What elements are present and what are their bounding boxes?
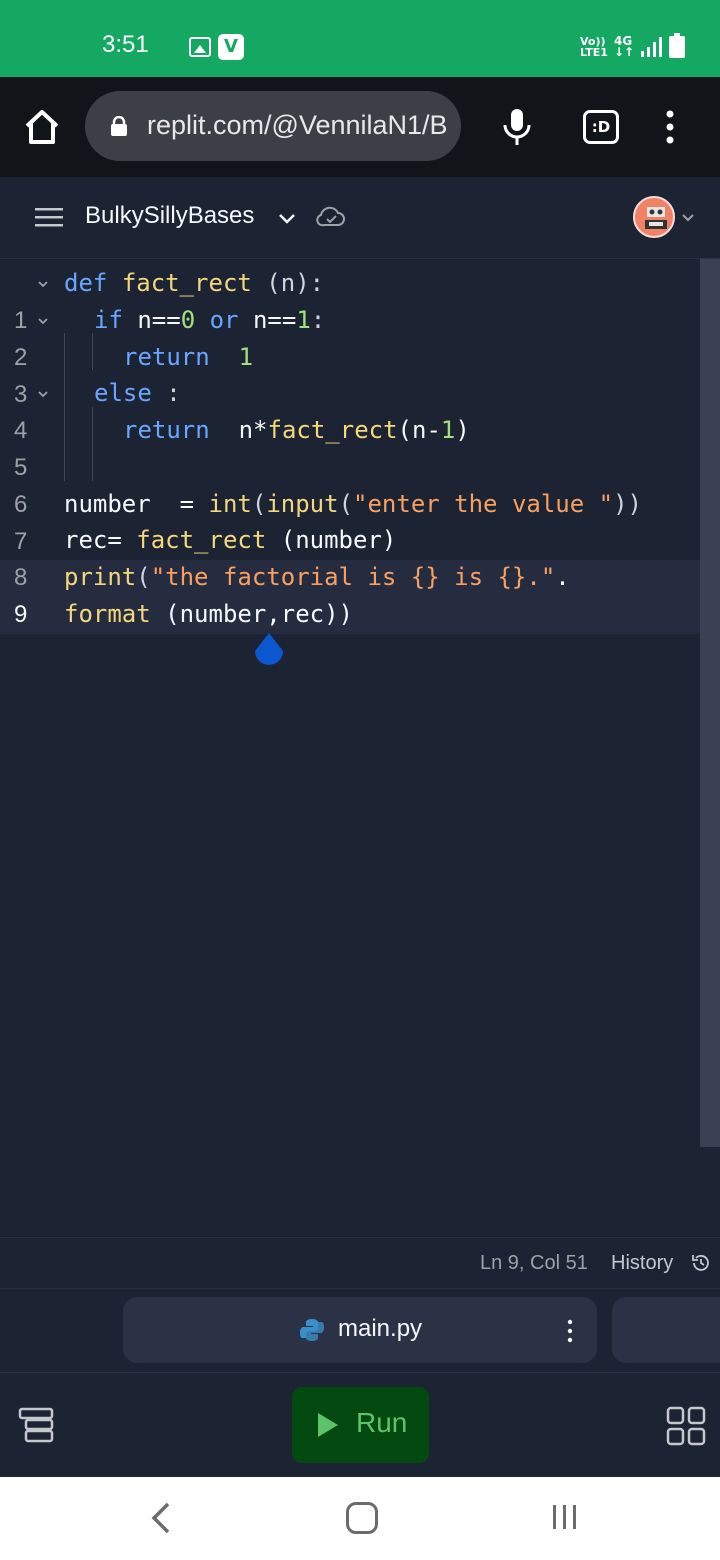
status-bar: 3:51 V Vo)) LTE1 4G ↓↑ — [0, 0, 720, 77]
file-tab-bar: main.py — [0, 1289, 720, 1373]
account-chevron-icon[interactable] — [680, 209, 696, 225]
tools-grid-icon[interactable] — [666, 1406, 706, 1446]
gallery-notification-icon — [189, 37, 211, 57]
file-tab-menu-icon[interactable] — [563, 1317, 577, 1345]
browser-menu-icon[interactable] — [660, 109, 680, 145]
run-button[interactable]: Run — [292, 1387, 429, 1463]
v-app-notification-icon: V — [218, 34, 244, 60]
cursor-position: Ln 9, Col 51 — [480, 1252, 588, 1274]
file-tab-next[interactable] — [612, 1297, 720, 1363]
battery-icon — [669, 33, 685, 58]
code-line-1[interactable]: 1 def fact_rect (n): — [0, 265, 700, 334]
editor-scrollbar[interactable] — [700, 259, 720, 1147]
python-icon — [300, 1319, 324, 1341]
history-button[interactable]: History — [611, 1252, 673, 1275]
cloud-saved-icon — [316, 206, 345, 227]
lock-icon — [111, 116, 127, 136]
code-line-3[interactable]: 3 return 1 — [0, 339, 700, 408]
microphone-icon[interactable] — [500, 107, 534, 147]
status-time: 3:51 — [102, 31, 149, 58]
address-bar[interactable]: replit.com/@VennilaN1/B — [85, 91, 461, 161]
repl-header: BulkySillyBases — [0, 177, 720, 259]
code-line-9-wrap[interactable]: format (number,rec)) — [0, 596, 700, 633]
chevron-down-icon[interactable] — [276, 207, 298, 229]
code-line-7[interactable]: 7 number = int(input("enter the value ")… — [0, 486, 700, 555]
layers-icon[interactable] — [18, 1407, 54, 1443]
fold-chevron-icon[interactable] — [37, 316, 49, 326]
code-line-5[interactable]: 5 return n*fact_rect(n-1) — [0, 412, 700, 481]
play-icon — [318, 1413, 338, 1437]
network-type: 4G ↓↑ — [614, 34, 635, 59]
bottom-toolbar: Run — [0, 1373, 720, 1477]
volte-indicator: Vo)) LTE1 — [580, 35, 608, 59]
home-nav-icon[interactable] — [346, 1502, 378, 1534]
home-icon[interactable] — [22, 107, 62, 147]
code-line-4[interactable]: 4 else : — [0, 375, 700, 444]
code-line-2[interactable]: 2 if n==0 or n==1: — [0, 302, 700, 371]
recents-icon[interactable] — [551, 1503, 579, 1531]
android-nav-bar — [0, 1477, 720, 1560]
back-icon[interactable] — [148, 1501, 174, 1535]
fold-chevron-icon[interactable] — [37, 279, 49, 289]
browser-toolbar: replit.com/@VennilaN1/B :D — [0, 77, 720, 177]
editor-status-line: Ln 9, Col 51 History — [0, 1237, 720, 1289]
code-line-6[interactable]: 6 — [0, 449, 700, 518]
file-name: main.py — [338, 1315, 423, 1342]
code-editor[interactable]: 1 def fact_rect (n): 2 if n==0 or n==1: … — [0, 259, 720, 1237]
code-line-9[interactable]: 9 print("the factorial is {} is {}.". — [0, 559, 700, 628]
run-label: Run — [356, 1407, 408, 1438]
signal-strength-icon — [641, 37, 662, 57]
fold-chevron-icon[interactable] — [37, 389, 49, 399]
text-cursor-handle[interactable] — [251, 631, 287, 671]
tab-switcher-button[interactable]: :D — [583, 110, 619, 144]
hamburger-menu-icon[interactable] — [35, 205, 63, 229]
user-avatar[interactable] — [633, 196, 675, 238]
file-tab-main-py[interactable]: main.py — [123, 1297, 597, 1363]
history-icon[interactable] — [690, 1252, 712, 1274]
repl-name[interactable]: BulkySillyBases — [85, 202, 254, 230]
code-line-8[interactable]: 8 rec= fact_rect (number) — [0, 522, 700, 591]
url-text: replit.com/@VennilaN1/B — [147, 110, 448, 140]
